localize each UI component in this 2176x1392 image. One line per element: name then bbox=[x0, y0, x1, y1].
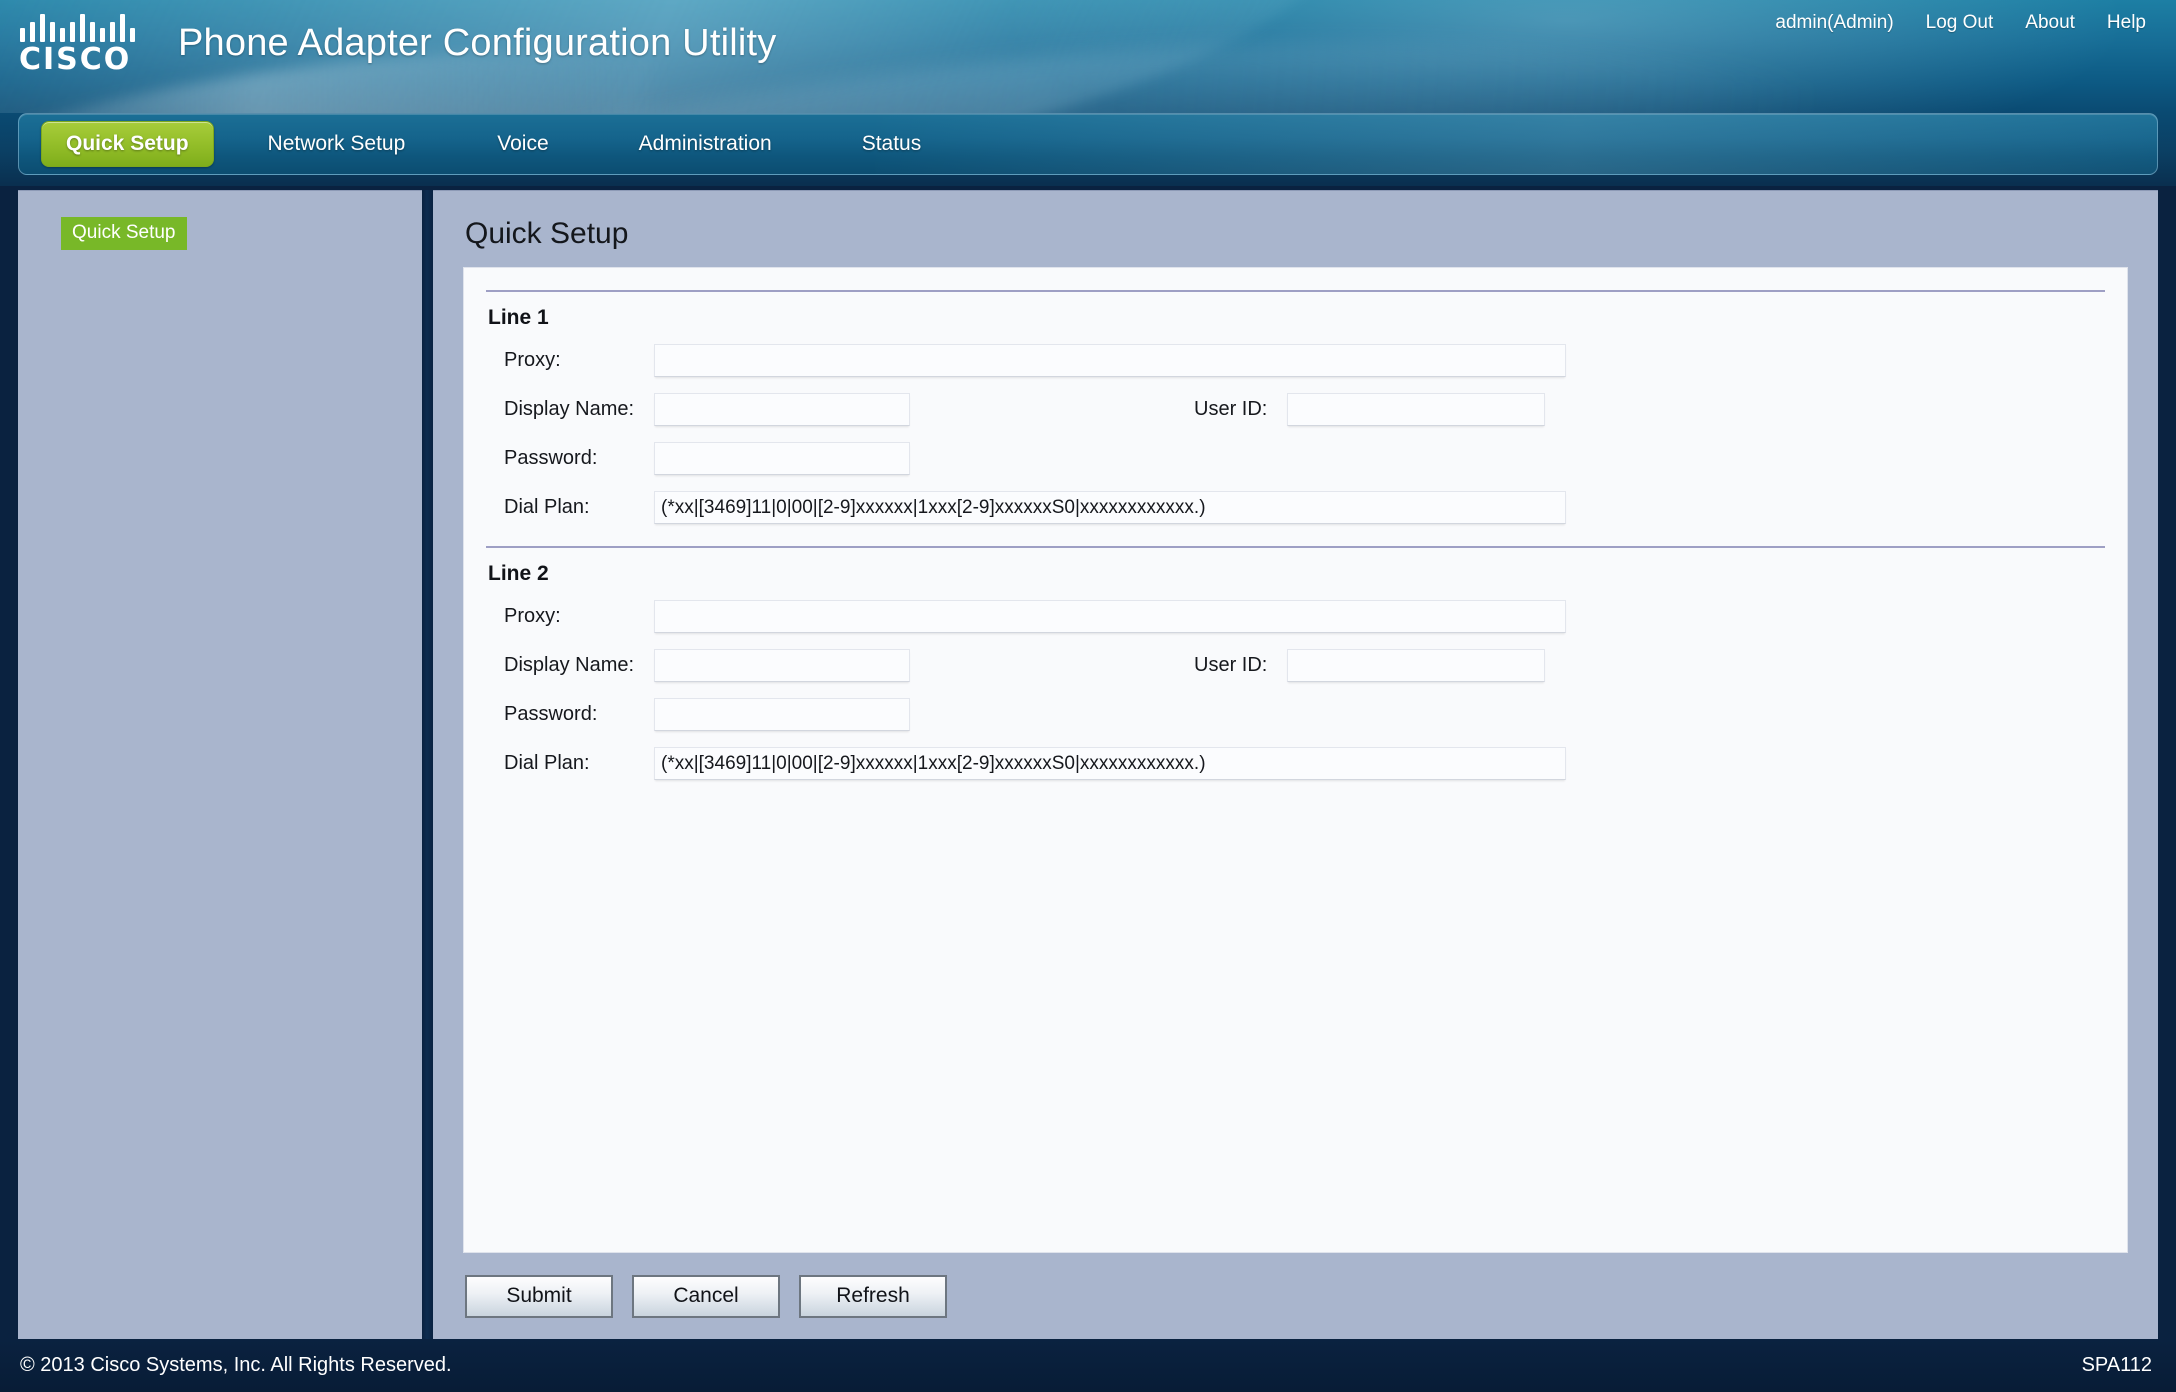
user-id-input-line1[interactable] bbox=[1287, 393, 1546, 426]
page-title: Quick Setup bbox=[465, 217, 629, 250]
form-row-password-line1: Password: bbox=[486, 434, 2105, 483]
cisco-logo-bars-icon bbox=[20, 12, 138, 42]
dial-plan-label-line1: Dial Plan: bbox=[504, 496, 590, 518]
display-name-label-line2: Display Name: bbox=[504, 654, 635, 676]
refresh-button[interactable]: Refresh bbox=[799, 1274, 947, 1318]
page-footer: © 2013 Cisco Systems, Inc. All Rights Re… bbox=[0, 1339, 2176, 1392]
form-row-password-line2: Password: bbox=[486, 690, 2105, 739]
form-action-buttons: Submit Cancel Refresh bbox=[463, 1253, 2128, 1339]
tab-status[interactable]: Status bbox=[836, 121, 948, 167]
display-name-input-line2[interactable] bbox=[654, 649, 910, 682]
form-row-proxy-line2: Proxy: bbox=[486, 592, 2105, 641]
cancel-button[interactable]: Cancel bbox=[632, 1274, 780, 1318]
password-label-line1: Password: bbox=[504, 447, 598, 469]
form-row-display-name-line1: Display Name: User ID: bbox=[486, 385, 2105, 434]
content-area: Quick Setup Line 1 Proxy: Display Name: … bbox=[433, 190, 2158, 1339]
tab-administration[interactable]: Administration bbox=[613, 121, 798, 167]
tab-network-setup[interactable]: Network Setup bbox=[242, 121, 432, 167]
dial-plan-label-line2: Dial Plan: bbox=[504, 752, 590, 774]
form-row-proxy-line1: Proxy: bbox=[486, 336, 2105, 385]
about-link[interactable]: About bbox=[2025, 12, 2075, 34]
log-out-link[interactable]: Log Out bbox=[1926, 12, 1994, 34]
app-root: CISCO Phone Adapter Configuration Utilit… bbox=[0, 0, 2176, 1392]
proxy-input-line1[interactable] bbox=[654, 344, 1566, 377]
device-model-text: SPA112 bbox=[2081, 1354, 2152, 1376]
tab-quick-setup[interactable]: Quick Setup bbox=[41, 121, 214, 167]
password-label-line2: Password: bbox=[504, 703, 598, 725]
sidebar: Quick Setup bbox=[18, 190, 422, 1339]
form-row-display-name-line2: Display Name: User ID: bbox=[486, 641, 2105, 690]
display-name-input-line1[interactable] bbox=[654, 393, 910, 426]
user-id-input-line2[interactable] bbox=[1287, 649, 1546, 682]
user-account-link[interactable]: admin(Admin) bbox=[1775, 12, 1893, 34]
form-row-dial-plan-line1: Dial Plan: bbox=[486, 483, 2105, 532]
help-link[interactable]: Help bbox=[2107, 12, 2146, 34]
body-area: Quick Setup Quick Setup Line 1 Proxy: Di… bbox=[0, 186, 2176, 1339]
primary-nav: Quick Setup Network Setup Voice Administ… bbox=[18, 113, 2158, 175]
section-divider bbox=[486, 290, 2105, 292]
dial-plan-input-line2[interactable] bbox=[654, 747, 1566, 780]
submit-button[interactable]: Submit bbox=[465, 1274, 613, 1318]
primary-nav-wrapper: Quick Setup Network Setup Voice Administ… bbox=[0, 113, 2176, 186]
sidebar-divider bbox=[422, 190, 433, 1339]
section-title-line-1: Line 1 bbox=[488, 306, 549, 329]
app-title: Phone Adapter Configuration Utility bbox=[178, 22, 777, 64]
proxy-label-line2: Proxy: bbox=[504, 605, 561, 627]
copyright-text: © 2013 Cisco Systems, Inc. All Rights Re… bbox=[20, 1354, 452, 1376]
page-header: CISCO Phone Adapter Configuration Utilit… bbox=[0, 0, 2176, 113]
user-id-label-line2: User ID: bbox=[1194, 654, 1268, 676]
quick-setup-form-panel: Line 1 Proxy: Display Name: User ID: Pas… bbox=[463, 267, 2128, 1253]
form-row-dial-plan-line2: Dial Plan: bbox=[486, 739, 2105, 788]
section-title-line-2: Line 2 bbox=[488, 562, 549, 585]
tab-voice[interactable]: Voice bbox=[471, 121, 574, 167]
user-id-label-line1: User ID: bbox=[1194, 398, 1268, 420]
dial-plan-input-line1[interactable] bbox=[654, 491, 1566, 524]
display-name-label-line1: Display Name: bbox=[504, 398, 635, 420]
sidebar-item-quick-setup[interactable]: Quick Setup bbox=[61, 217, 187, 250]
proxy-input-line2[interactable] bbox=[654, 600, 1566, 633]
password-input-line2[interactable] bbox=[654, 698, 910, 731]
proxy-label-line1: Proxy: bbox=[504, 349, 561, 371]
cisco-logo-wordmark: CISCO bbox=[19, 42, 132, 77]
section-divider bbox=[486, 546, 2105, 548]
password-input-line1[interactable] bbox=[654, 442, 910, 475]
cisco-logo: CISCO bbox=[18, 12, 144, 78]
header-links: admin(Admin) Log Out About Help bbox=[1775, 12, 2146, 34]
